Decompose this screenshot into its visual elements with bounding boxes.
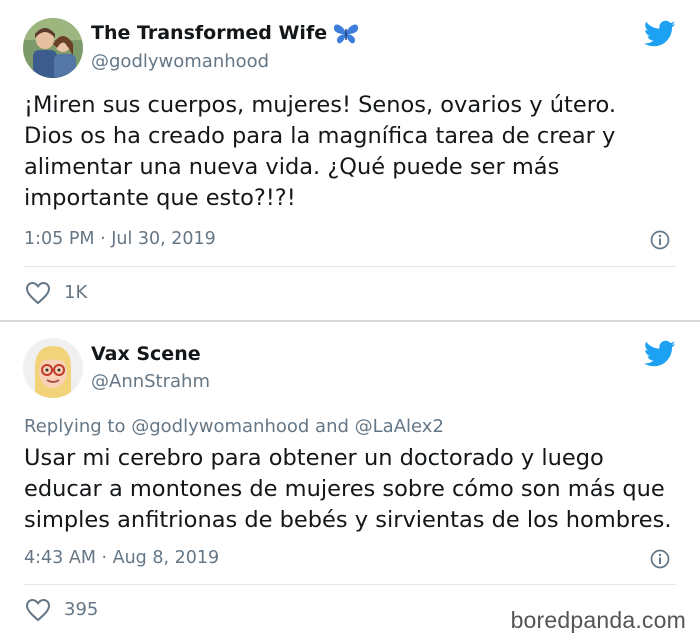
heart-icon[interactable] (25, 598, 51, 622)
tweet-timestamp[interactable]: 4:43 AM · Aug 8, 2019 (24, 548, 219, 568)
tweet-separator (0, 320, 700, 322)
reply-mention-link[interactable]: @godlywomanhood (131, 416, 309, 437)
divider (24, 266, 676, 267)
like-count[interactable]: 1K (64, 282, 87, 303)
avatar[interactable] (23, 338, 83, 398)
author-name[interactable]: The Transformed Wife (91, 22, 327, 44)
tweet-text-line: alimentar una nueva vida. ¿Qué puede ser… (24, 154, 560, 180)
twitter-bird-icon[interactable] (643, 20, 676, 48)
replying-prefix: Replying to (24, 416, 126, 437)
tweet-text: Usar mi cerebro para obtener un doctorad… (24, 443, 672, 536)
tweet-card: The Transformed Wife @godlywomanhood ¡Mi… (0, 0, 700, 321)
tweet-timestamp[interactable]: 1:05 PM · Jul 30, 2019 (24, 229, 216, 249)
divider (24, 584, 676, 585)
tweet-text-line: ¡Miren sus cuerpos, mujeres! Senos, ovar… (24, 92, 616, 118)
tweet-text-line: educar a montones de mujeres sobre cómo … (24, 476, 665, 502)
heart-icon[interactable] (25, 281, 51, 305)
tweet-text-line: Usar mi cerebro para obtener un doctorad… (24, 445, 604, 471)
tweet-text-line: importante que esto?!?! (24, 185, 296, 211)
like-count[interactable]: 395 (64, 599, 98, 620)
info-icon[interactable] (650, 230, 670, 250)
avatar[interactable] (23, 18, 83, 78)
butterfly-icon (333, 23, 359, 49)
reply-mention-link[interactable]: @LaAlex2 (355, 416, 444, 437)
tweet-text-line: Dios os ha creado para la magnífica tare… (24, 123, 616, 149)
tweet-text: ¡Miren sus cuerpos, mujeres! Senos, ovar… (24, 90, 616, 214)
author-handle[interactable]: @AnnStrahm (91, 371, 210, 392)
info-icon[interactable] (650, 549, 670, 569)
author-handle[interactable]: @godlywomanhood (91, 51, 269, 72)
watermark: boredpanda.com (510, 607, 686, 633)
author-name[interactable]: Vax Scene (91, 343, 201, 365)
twitter-bird-icon[interactable] (643, 340, 676, 368)
replying-to: Replying to @godlywomanhood and @LaAlex2 (24, 416, 444, 437)
tweet-text-line: simples anfitrionas de bebés y sirvienta… (24, 507, 672, 533)
replying-and: and (315, 416, 349, 437)
